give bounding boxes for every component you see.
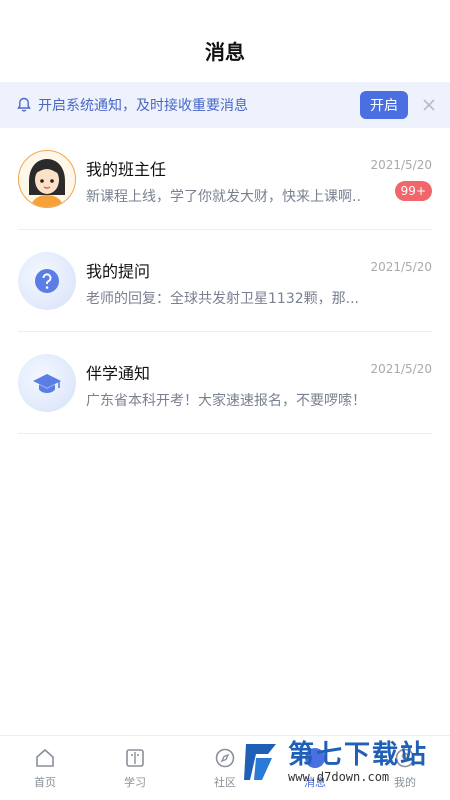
message-preview: 老师的回复：全球共发射卫星1132颗，那... (86, 291, 359, 307)
tab-label: 学习 (124, 776, 146, 789)
teacher-avatar (18, 150, 76, 208)
bell-icon (16, 97, 32, 113)
tab-home[interactable]: 首页 (0, 736, 90, 800)
notification-banner-text: 开启系统通知，及时接收重要消息 (38, 98, 248, 114)
compass-icon (213, 746, 237, 770)
question-icon (34, 268, 60, 294)
message-title: 伴学通知 (86, 364, 151, 383)
notice-avatar (18, 354, 76, 412)
message-list: 我的班主任 新课程上线，学了你就发大财，快来上课啊.. 2021/5/20 99… (0, 128, 450, 434)
home-icon (33, 746, 57, 770)
close-icon[interactable] (422, 98, 436, 112)
unread-badge: 99+ (394, 181, 432, 201)
message-title: 我的班主任 (86, 160, 167, 179)
message-date: 2021/5/20 (370, 260, 432, 274)
book-icon (123, 746, 147, 770)
notification-banner: 开启系统通知，及时接收重要消息 开启 (0, 82, 450, 128)
app-header: 消息 (0, 0, 450, 82)
watermark-brand: 第七下载站 (288, 740, 429, 770)
message-preview: 新课程上线，学了你就发大财，快来上课啊.. (86, 189, 361, 205)
message-item-my-questions[interactable]: 我的提问 老师的回复：全球共发射卫星1132颗，那... 2021/5/20 (18, 230, 432, 332)
enable-notifications-button[interactable]: 开启 (360, 91, 408, 119)
message-date: 2021/5/20 (370, 362, 432, 376)
message-item-study-notice[interactable]: 伴学通知 广东省本科开考！大家速速报名，不要啰嗦！ 2021/5/20 (18, 332, 432, 434)
watermark-url: www.d7down.com (288, 770, 390, 784)
tab-study[interactable]: 学习 (90, 736, 180, 800)
tab-label: 首页 (34, 776, 56, 789)
question-avatar (18, 252, 76, 310)
graduation-cap-icon (32, 371, 62, 395)
message-title: 我的提问 (86, 262, 151, 281)
message-preview: 广东省本科开考！大家速速报名，不要啰嗦！ (86, 393, 366, 409)
tab-label: 社区 (214, 776, 236, 789)
message-date: 2021/5/20 (370, 158, 432, 172)
message-item-head-teacher[interactable]: 我的班主任 新课程上线，学了你就发大财，快来上课啊.. 2021/5/20 99… (18, 128, 432, 230)
site-watermark: 第七下载站 www.d7down.com (242, 734, 442, 790)
watermark-logo-icon (242, 740, 282, 784)
page-title: 消息 (205, 39, 245, 64)
